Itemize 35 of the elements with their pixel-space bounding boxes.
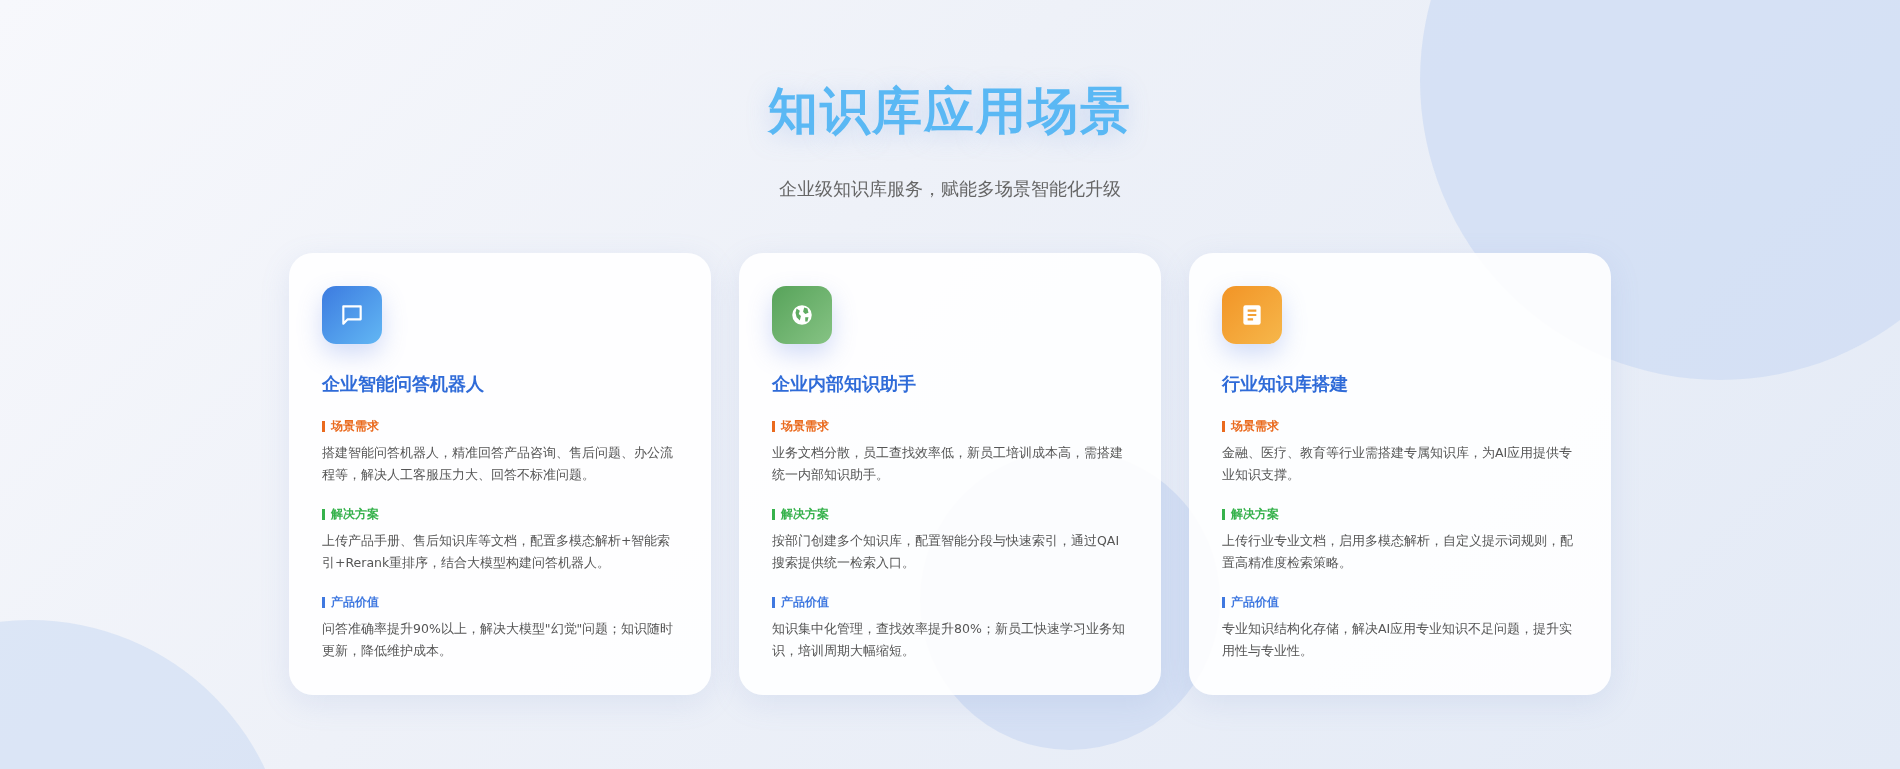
globe-icon: [772, 286, 832, 344]
chat-bubble-icon: [322, 286, 382, 344]
card-title: 企业智能问答机器人: [322, 372, 485, 396]
section-marker: [1222, 597, 1225, 608]
section-marker: [322, 597, 325, 608]
section-label: 产品价值: [1231, 594, 1279, 611]
section-label: 解决方案: [331, 506, 379, 523]
section-marker: [772, 421, 775, 432]
section-label: 产品价值: [781, 594, 829, 611]
section-marker: [1222, 509, 1225, 520]
section-text: 业务文档分散，员工查找效率低，新员工培训成本高，需搭建统一内部知识助手。: [772, 444, 1124, 484]
section-label: 产品价值: [331, 594, 379, 611]
section-label: 场景需求: [1231, 418, 1279, 435]
section-text: 专业知识结构化存储，解决AI应用专业知识不足问题，提升实用性与专业性。: [1222, 620, 1574, 660]
document-icon: [1222, 286, 1282, 344]
page-subtitle: 企业级知识库服务，赋能多场景智能化升级: [779, 177, 1121, 201]
section-label: 解决方案: [781, 506, 829, 523]
section-text: 上传产品手册、售后知识库等文档，配置多模态解析+智能索引+Rerank重排序，结合大模型构建问答机器人。: [322, 532, 672, 572]
section-marker: [322, 509, 325, 520]
section-text: 按部门创建多个知识库，配置智能分段与快速索引，通过QAI搜索提供统一检索入口。: [772, 532, 1121, 572]
section-marker: [772, 509, 775, 520]
card-title: 行业知识库搭建: [1222, 372, 1349, 396]
section-text: 问答准确率提升90%以上，解决大模型"幻觉"问题；知识随时更新，降低维护成本。: [322, 620, 675, 660]
section-marker: [322, 421, 325, 432]
section-text: 搭建智能问答机器人，精准回答产品咨询、售后问题、办公流程等，解决人工客服压力大、回答不标准问题。: [322, 444, 674, 484]
section-text: 上传行业专业文档，启用多模态解析，自定义提示词规则，配置高精准度检索策略。: [1222, 532, 1574, 572]
section-label: 场景需求: [781, 418, 829, 435]
section-marker: [772, 597, 775, 608]
page-title: 知识库应用场景: [768, 81, 1132, 142]
section-label: 解决方案: [1231, 506, 1279, 523]
card-title: 企业内部知识助手: [772, 372, 917, 396]
section-label: 场景需求: [331, 418, 379, 435]
section-text: 金融、医疗、教育等行业需搭建专属知识库，为AI应用提供专业知识支撑。: [1222, 444, 1574, 484]
section-marker: [1222, 421, 1225, 432]
section-text: 知识集中化管理，查找效率提升80%；新员工快速学习业务知识，培训周期大幅缩短。: [772, 620, 1126, 660]
